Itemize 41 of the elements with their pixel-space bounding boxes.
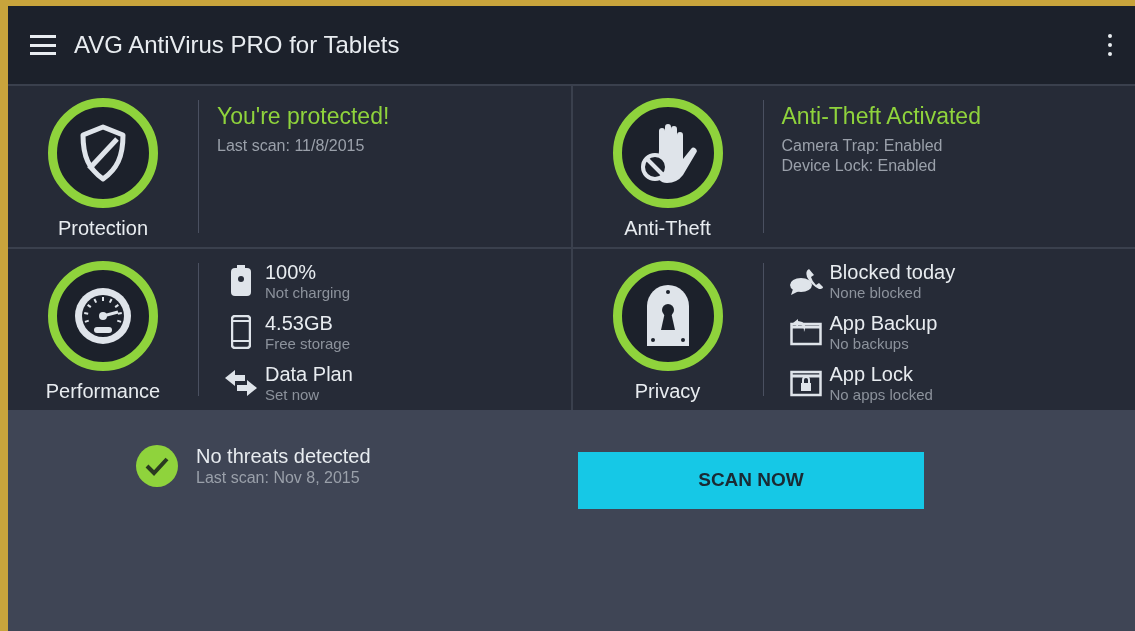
check-icon bbox=[136, 445, 178, 487]
feature-tile[interactable]: Performance 100% Not charging 4.53GB Free storage Data Plan Set now bbox=[8, 249, 571, 410]
item-subtitle: None blocked bbox=[829, 283, 923, 302]
tile-label: Performance bbox=[45, 379, 161, 403]
scan-status-title: No threats detected bbox=[196, 444, 371, 468]
item-subtitle: No backups bbox=[829, 334, 910, 353]
keyhole-lock-icon bbox=[644, 284, 691, 348]
scan-now-button[interactable]: SCAN NOW bbox=[578, 452, 924, 509]
feature-tile[interactable]: Privacy Blocked today None blocked App Backup No backups App Lock No apps locked bbox=[572, 249, 1135, 410]
status-detail: Last scan: 11/8/2015 bbox=[217, 136, 366, 156]
scan-status-subtitle: Last scan: Nov 8, 2015 bbox=[196, 468, 361, 488]
tile-label: Privacy bbox=[634, 379, 701, 403]
tile-label: Protection bbox=[57, 216, 149, 240]
hand-icon bbox=[638, 121, 697, 185]
item-subtitle: Free storage bbox=[265, 334, 351, 353]
chat-phone-icon bbox=[788, 266, 823, 295]
status-detail: Device Lock: Enabled bbox=[781, 156, 938, 176]
transfer-arrows-icon bbox=[225, 369, 257, 396]
item-title: 100% bbox=[265, 259, 318, 284]
backup-window-icon bbox=[789, 317, 822, 346]
item-subtitle: Set now bbox=[265, 385, 321, 404]
item-title: App Backup bbox=[829, 310, 938, 335]
battery-icon bbox=[230, 264, 252, 297]
tile-label: Anti-Theft bbox=[624, 216, 711, 240]
status-headline: Anti-Theft Activated bbox=[781, 102, 981, 130]
item-title: Data Plan bbox=[265, 361, 353, 386]
feature-tile[interactable]: Protection You're protected! Last scan: 11/8/2015 bbox=[8, 86, 571, 247]
item-title: App Lock bbox=[829, 361, 914, 386]
phone-icon bbox=[231, 314, 251, 349]
menu-icon[interactable] bbox=[30, 35, 56, 55]
item-subtitle: No apps locked bbox=[829, 385, 933, 404]
feature-tile[interactable]: Anti-Theft Anti-Theft Activated Camera Trap: Enabled Device Lock: Enabled bbox=[572, 86, 1135, 247]
item-title: Blocked today bbox=[829, 259, 956, 284]
more-options-icon[interactable] bbox=[1107, 34, 1113, 56]
status-detail: Camera Trap: Enabled bbox=[781, 136, 944, 156]
status-headline: You're protected! bbox=[217, 102, 390, 130]
item-title: 4.53GB bbox=[265, 310, 334, 335]
item-subtitle: Not charging bbox=[265, 283, 351, 302]
app-title: AVG AntiVirus PRO for Tablets bbox=[74, 30, 400, 60]
locked-window-icon bbox=[789, 368, 822, 397]
speedometer-icon bbox=[72, 285, 134, 347]
